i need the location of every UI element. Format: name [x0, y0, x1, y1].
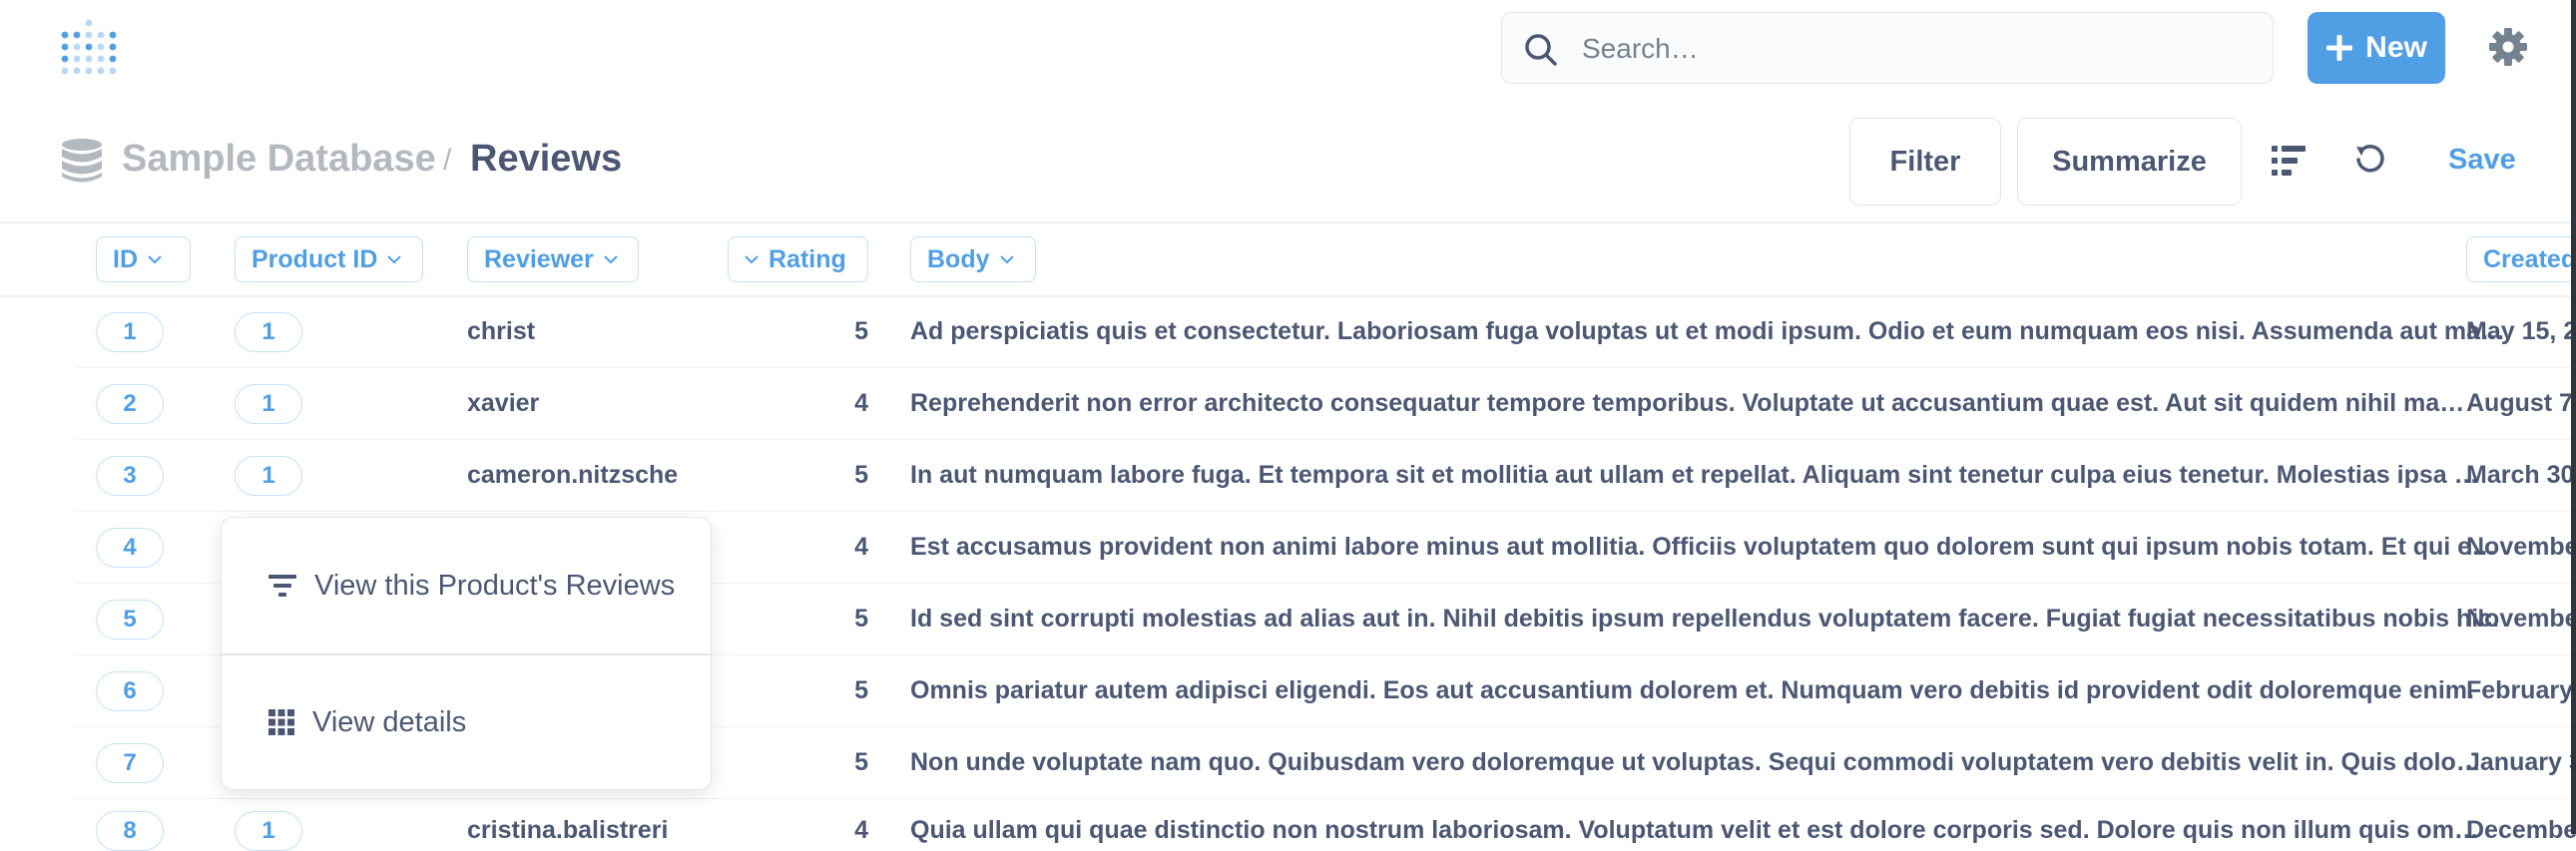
row-divider: [75, 798, 2576, 799]
breadcrumb-database[interactable]: Sample Database: [122, 138, 436, 181]
database-icon: [62, 139, 102, 183]
id-cell[interactable]: 4: [96, 528, 164, 568]
view-details-item[interactable]: View details: [222, 654, 711, 790]
reviewer-cell: christ: [467, 317, 536, 345]
summarize-button[interactable]: Summarize: [2017, 118, 2242, 206]
view-details-label: View details: [312, 705, 467, 738]
column-header-product-id[interactable]: Product ID: [235, 236, 423, 282]
id-cell[interactable]: 3: [96, 456, 164, 496]
body-cell: Non unde voluptate nam quo. Quibusdam ve…: [910, 748, 2481, 776]
product-id-cell[interactable]: 1: [235, 384, 302, 424]
chevron-down-icon: [999, 254, 1014, 263]
row-divider: [75, 511, 2576, 512]
column-header-label: Rating: [769, 244, 846, 273]
metabase-logo[interactable]: [60, 16, 118, 80]
rating-cell: 5: [854, 605, 868, 633]
page-title: Reviews: [470, 138, 623, 180]
rating-cell: 5: [854, 676, 868, 704]
list-view-icon[interactable]: [2272, 146, 2308, 176]
new-button-label: New: [2365, 31, 2427, 64]
rating-cell: 5: [854, 748, 868, 776]
created-cell: August 7,: [2466, 389, 2576, 417]
view-product-reviews-item[interactable]: View this Product's Reviews: [222, 518, 711, 653]
created-cell: February: [2466, 676, 2573, 704]
id-cell[interactable]: 1: [96, 312, 164, 352]
reviewer-cell: cristina.balistreri: [467, 816, 669, 844]
search-input[interactable]: [1580, 27, 2223, 71]
column-header-id[interactable]: ID: [96, 236, 191, 282]
id-cell[interactable]: 5: [96, 600, 164, 639]
chevron-down-icon: [387, 254, 402, 263]
column-header-body[interactable]: Body: [910, 236, 1036, 282]
chevron-down-icon: [148, 254, 162, 263]
created-cell: March 30: [2466, 461, 2575, 489]
chevron-down-icon: [604, 254, 618, 263]
id-cell[interactable]: 6: [96, 671, 164, 711]
rating-cell: 4: [854, 816, 868, 844]
gear-icon[interactable]: [2488, 27, 2528, 67]
product-id-popover: View this Product's Reviews View details: [221, 517, 712, 790]
column-header-label: Product ID: [252, 244, 378, 273]
refresh-icon[interactable]: [2353, 143, 2387, 177]
body-cell: In aut numquam labore fuga. Et tempora s…: [910, 461, 2479, 489]
rating-cell: 5: [854, 317, 868, 345]
column-header-rating[interactable]: Rating: [728, 236, 868, 282]
table-header-divider: [0, 295, 2576, 297]
body-cell: Quia ullam qui quae distinctio non nostr…: [910, 816, 2479, 844]
plus-icon: [2326, 35, 2353, 61]
column-header-created[interactable]: Created: [2466, 236, 2576, 282]
product-id-cell[interactable]: 1: [235, 312, 302, 352]
body-cell: Ad perspiciatis quis et consectetur. Lab…: [910, 317, 2505, 345]
chevron-down-icon: [745, 254, 759, 263]
filter-button[interactable]: Filter: [1849, 118, 2001, 206]
created-cell: January 3: [2466, 748, 2576, 776]
header-divider: [0, 221, 2576, 223]
search-bar[interactable]: [1501, 12, 2274, 84]
created-cell: Novembe: [2466, 533, 2576, 561]
save-button[interactable]: Save: [2448, 144, 2516, 177]
search-icon: [1525, 34, 1557, 66]
filter-icon: [268, 575, 296, 597]
rating-cell: 4: [854, 533, 868, 561]
rating-cell: 5: [854, 461, 868, 489]
column-header-reviewer[interactable]: Reviewer: [467, 236, 639, 282]
product-id-cell[interactable]: 1: [235, 456, 302, 496]
new-button[interactable]: New: [2308, 12, 2445, 84]
created-cell: May 15, 2: [2466, 317, 2576, 345]
column-header-label: Created: [2483, 244, 2576, 273]
created-cell: Novembe: [2466, 605, 2576, 633]
column-header-label: Body: [927, 244, 990, 273]
body-cell: Reprehenderit non error architecto conse…: [910, 389, 2465, 417]
id-cell[interactable]: 8: [96, 811, 164, 851]
view-product-reviews-label: View this Product's Reviews: [314, 569, 676, 602]
body-cell: Id sed sint corrupti molestias ad alias …: [910, 605, 2500, 633]
created-cell: Decembe: [2466, 816, 2576, 844]
product-id-cell[interactable]: 1: [235, 811, 302, 851]
rating-cell: 4: [854, 389, 868, 417]
column-header-label: Reviewer: [484, 244, 594, 273]
grid-icon: [268, 709, 294, 735]
reviewer-cell: xavier: [467, 389, 540, 417]
body-cell: Est accusamus provident non animi labore…: [910, 533, 2497, 561]
reviewer-cell: cameron.nitzsche: [467, 461, 679, 489]
breadcrumb-separator: /: [443, 144, 452, 177]
body-cell: Omnis pariatur autem adipisci eligendi. …: [910, 676, 2474, 704]
column-header-label: ID: [113, 244, 138, 273]
row-divider: [75, 367, 2576, 368]
window-edge: [2571, 0, 2576, 834]
id-cell[interactable]: 2: [96, 384, 164, 424]
row-divider: [75, 439, 2576, 440]
id-cell[interactable]: 7: [96, 743, 164, 783]
